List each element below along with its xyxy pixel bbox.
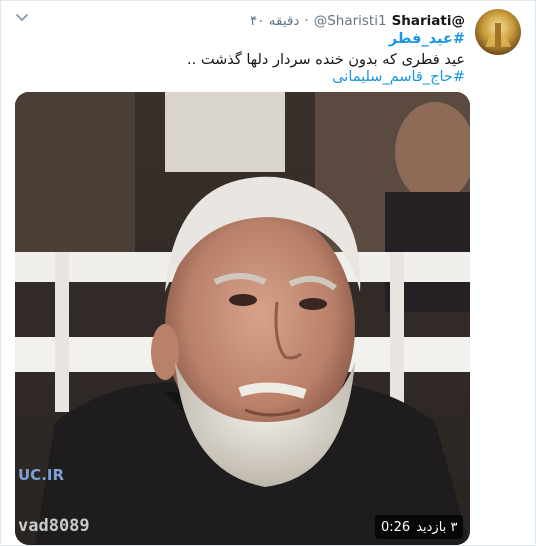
separator-dot: · (304, 13, 309, 29)
channel-logo-watermark: UC.IR (18, 466, 65, 484)
video-player[interactable]: UC.IR vad8089 0:26 ۳ بازدید (15, 92, 470, 545)
tweet-header: Shariati@ @Sharisti1 · ۴۰ دقیقه (250, 11, 465, 31)
video-info-badge: 0:26 ۳ بازدید (375, 515, 464, 539)
tweet-card[interactable]: Shariati@ @Sharisti1 · ۴۰ دقیقه #عید_فطر… (0, 0, 536, 546)
chevron-down-icon[interactable] (15, 13, 29, 23)
hashtag-haj-qasem[interactable]: #حاج_قاسم_سلیمانی (25, 67, 465, 88)
video-duration: 0:26 (381, 519, 411, 535)
tweet-timestamp[interactable]: ۴۰ دقیقه (250, 13, 299, 29)
hashtag-eid-fitr[interactable]: #عید_فطر (25, 29, 465, 50)
source-watermark: vad8089 (18, 516, 90, 536)
view-count: ۳ بازدید (416, 519, 458, 535)
user-handle[interactable]: @Sharisti1 (314, 13, 387, 29)
display-name[interactable]: Shariati@ (392, 13, 465, 29)
avatar[interactable] (475, 9, 521, 55)
